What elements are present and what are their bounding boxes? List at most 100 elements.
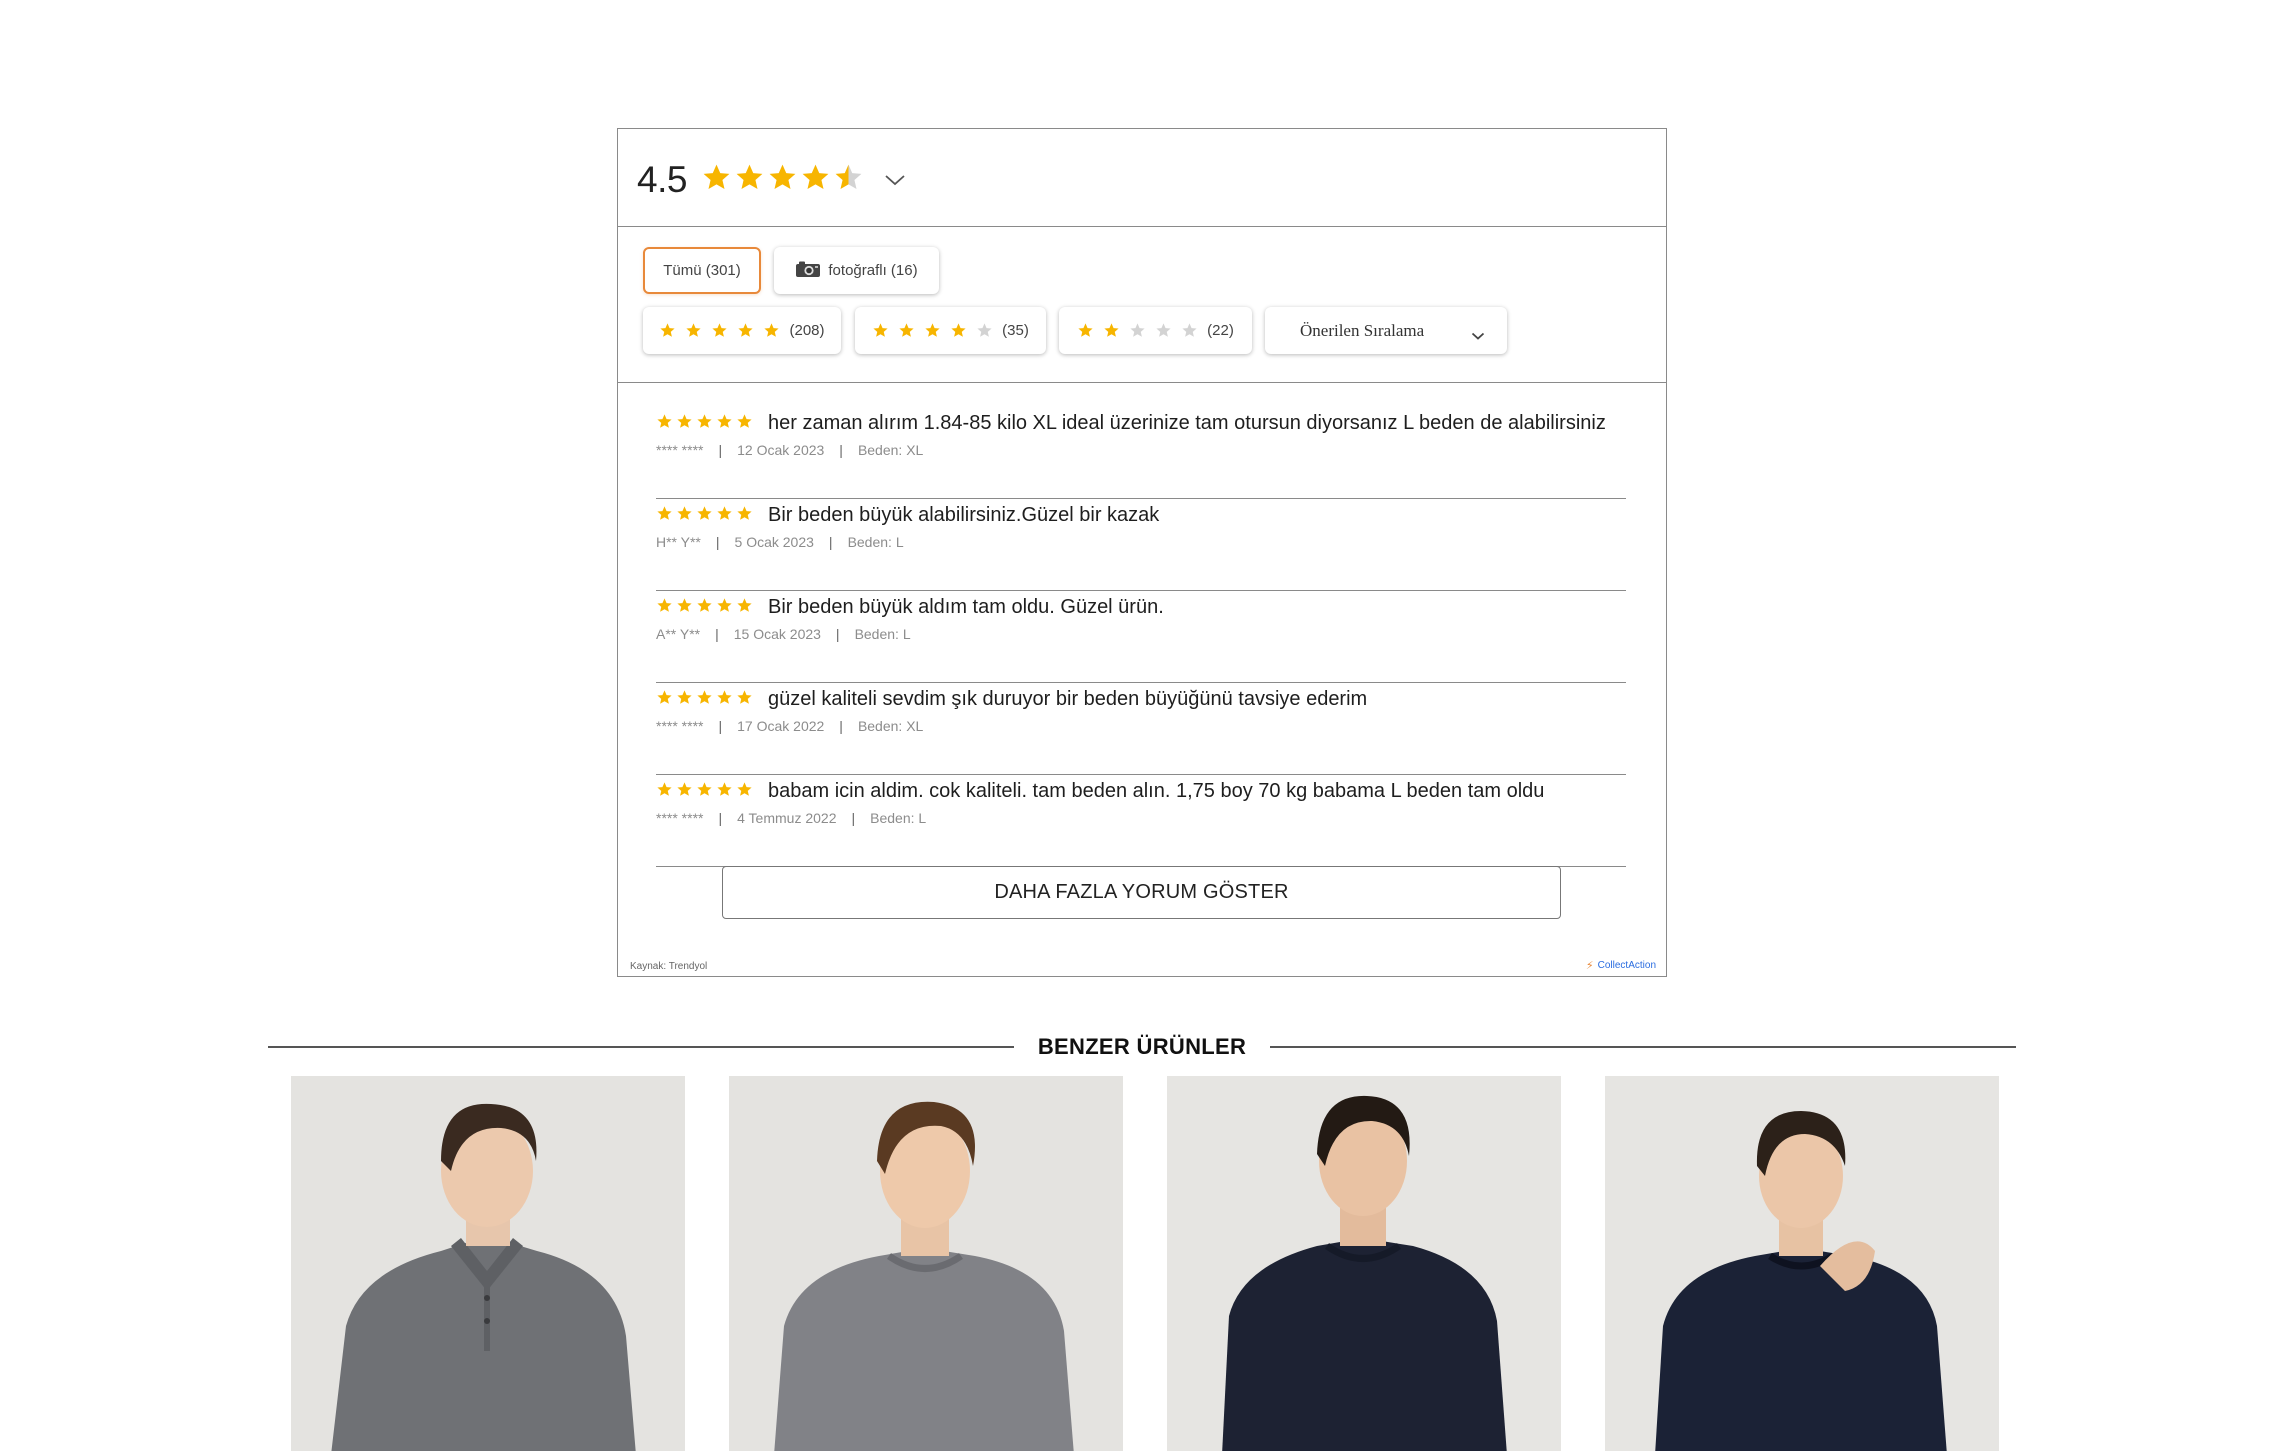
- star-icon: [686, 323, 702, 337]
- filter-count: (35): [1002, 322, 1029, 339]
- star-rating-4: [872, 322, 993, 339]
- star-icon: [873, 323, 888, 337]
- half-star-icon: [835, 164, 862, 189]
- star-icon: [677, 782, 692, 796]
- product-image: [1167, 1076, 1561, 1451]
- review-star-rating: [656, 413, 753, 430]
- review-size: Beden: XL: [857, 442, 924, 458]
- star-icon: [717, 690, 732, 704]
- product-card-navy-crewneck-sweater[interactable]: [1167, 1076, 1561, 1451]
- product-image: [291, 1076, 685, 1451]
- similar-products-header: BENZER ÜRÜNLER: [268, 1032, 2016, 1062]
- star-icon: [677, 598, 692, 612]
- review-star-rating: [656, 597, 753, 614]
- star-icon: [697, 506, 712, 520]
- empty-star-icon: [1156, 323, 1171, 337]
- filter-count: (208): [789, 322, 825, 339]
- star-icon: [802, 164, 829, 189]
- star-icon: [697, 598, 712, 612]
- empty-star-icon: [1182, 323, 1197, 337]
- review-text: güzel kaliteli sevdim şık duruyor bir be…: [768, 687, 1368, 710]
- star-icon: [769, 164, 796, 189]
- star-icon: [738, 323, 754, 337]
- filter-5-star-button[interactable]: (208): [643, 307, 841, 354]
- star-icon: [737, 414, 752, 428]
- star-icon: [677, 506, 692, 520]
- star-icon: [657, 782, 672, 796]
- star-icon: [657, 690, 672, 704]
- star-rating-5: [659, 322, 780, 339]
- review-date: 4 Temmuz 2022: [737, 810, 837, 826]
- bolt-icon: ⚡: [1585, 960, 1594, 972]
- star-icon: [657, 598, 672, 612]
- product-card-grey-polo-sweater[interactable]: [291, 1076, 685, 1451]
- product-image: [729, 1076, 1123, 1451]
- star-icon: [697, 690, 712, 704]
- powered-by-label: CollectAction: [1597, 960, 1656, 971]
- review-author: H** Y**: [656, 534, 701, 550]
- review-text: Bir beden büyük aldım tam oldu. Güzel ür…: [768, 595, 1164, 618]
- review-meta: **** **** | 17 Ocak 2022 | Beden: XL: [656, 718, 924, 734]
- filter-photo-button[interactable]: fotoğraflı (16): [774, 247, 939, 294]
- filter-photo-label: fotoğraflı (16): [828, 262, 918, 279]
- average-rating: 4.5: [637, 158, 687, 200]
- review-meta: H** Y** | 5 Ocak 2023 | Beden: L: [656, 534, 904, 550]
- star-icon: [717, 598, 732, 612]
- star-icon: [737, 782, 752, 796]
- review-item: Bir beden büyük alabilirsiniz.Güzel bir …: [656, 500, 1626, 591]
- empty-star-icon: [977, 323, 992, 337]
- star-icon: [677, 414, 692, 428]
- source-label: Kaynak: Trendyol: [630, 961, 708, 972]
- review-size: Beden: L: [847, 534, 904, 550]
- rating-summary[interactable]: 4.5: [618, 129, 1666, 227]
- star-icon: [697, 414, 712, 428]
- show-more-reviews-button[interactable]: DAHA FAZLA YORUM GÖSTER: [722, 866, 1561, 919]
- review-author: A** Y**: [656, 626, 701, 642]
- average-star-rating: [701, 162, 864, 193]
- star-icon: [737, 598, 752, 612]
- filter-all-label: Tümü (301): [663, 262, 741, 279]
- star-icon: [697, 782, 712, 796]
- empty-star-icon: [1130, 323, 1145, 337]
- review-item: güzel kaliteli sevdim şık duruyor bir be…: [656, 684, 1626, 775]
- sort-select[interactable]: Önerilen Sıralama: [1265, 307, 1507, 354]
- review-text: her zaman alırım 1.84-85 kilo XL ideal ü…: [768, 411, 1606, 434]
- product-card-navy-textured-sweater[interactable]: [1605, 1076, 1999, 1451]
- filter-all-button[interactable]: Tümü (301): [643, 247, 761, 294]
- star-icon: [660, 323, 676, 337]
- divider: [268, 1046, 1014, 1048]
- review-text: babam icin aldim. cok kaliteli. tam bede…: [768, 779, 1545, 802]
- star-icon: [1104, 323, 1119, 337]
- review-author: **** ****: [656, 810, 704, 826]
- star-icon: [1078, 323, 1093, 337]
- star-icon: [899, 323, 914, 337]
- review-meta: A** Y** | 15 Ocak 2023 | Beden: L: [656, 626, 911, 642]
- chevron-down-icon[interactable]: [884, 173, 906, 192]
- star-icon: [657, 506, 672, 520]
- star-icon: [925, 323, 940, 337]
- powered-by-link[interactable]: ⚡ CollectAction: [1586, 959, 1656, 972]
- review-meta: **** **** | 12 Ocak 2023 | Beden: XL: [656, 442, 924, 458]
- review-star-rating: [656, 689, 753, 706]
- star-icon: [717, 414, 732, 428]
- review-date: 15 Ocak 2023: [733, 626, 821, 642]
- star-rating-2: [1077, 322, 1198, 339]
- review-size: Beden: L: [854, 626, 911, 642]
- review-meta: **** **** | 4 Temmuz 2022 | Beden: L: [656, 810, 927, 826]
- chevron-down-icon: [1471, 326, 1485, 346]
- star-icon: [712, 323, 728, 337]
- divider: [1270, 1046, 2016, 1048]
- product-card-grey-crewneck-sweater[interactable]: [729, 1076, 1123, 1451]
- review-text: Bir beden büyük alabilirsiniz.Güzel bir …: [768, 503, 1160, 526]
- review-date: 17 Ocak 2022: [737, 718, 825, 734]
- filter-2-star-button[interactable]: (22): [1059, 307, 1252, 354]
- review-author: **** ****: [656, 442, 704, 458]
- filter-4-star-button[interactable]: (35): [855, 307, 1046, 354]
- sort-label: Önerilen Sıralama: [1300, 320, 1425, 340]
- review-date: 5 Ocak 2023: [734, 534, 814, 550]
- filter-count: (22): [1207, 322, 1234, 339]
- review-size: Beden: XL: [857, 718, 924, 734]
- star-icon: [736, 164, 763, 189]
- star-icon: [764, 323, 780, 337]
- review-item: Bir beden büyük aldım tam oldu. Güzel ür…: [656, 592, 1626, 683]
